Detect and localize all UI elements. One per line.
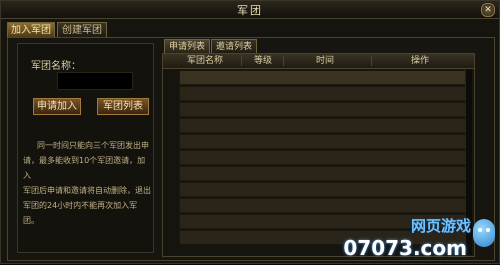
column-header-legion-name: 军团名称	[186, 56, 223, 66]
column-header-action: 操作	[410, 56, 429, 66]
tab-join-legion[interactable]: 加入军团	[7, 22, 55, 37]
close-icon[interactable]: ✕	[481, 3, 495, 17]
info-line: 军团的24小时内不能再次加入军团。	[23, 201, 138, 225]
table-row[interactable]	[179, 150, 468, 165]
column-divider	[371, 56, 372, 66]
column-divider	[241, 56, 242, 66]
table-row[interactable]	[179, 166, 468, 181]
table-row[interactable]	[179, 86, 468, 101]
join-rules-text: 同一时间只能向三个军团发出申 请，最多能收到10个军团邀请，加入 军团后申请和邀…	[23, 138, 151, 228]
table-row[interactable]	[179, 182, 468, 197]
column-header-level: 等级	[253, 56, 272, 66]
watermark-line2: 07073.com	[343, 236, 467, 260]
table-row[interactable]	[179, 134, 468, 149]
tab-application-list[interactable]: 申请列表	[164, 39, 210, 53]
legion-name-label: 军团名称：	[31, 61, 81, 72]
column-header-time: 时间	[315, 56, 334, 66]
window-title: 军团	[237, 4, 263, 17]
info-line: 同一时间只能向三个军团发出申	[37, 141, 149, 150]
column-divider	[283, 56, 284, 66]
site-watermark: 网页游戏 07073.com	[343, 209, 500, 265]
legion-name-input[interactable]	[57, 72, 133, 90]
apply-join-button[interactable]: 申请加入	[33, 98, 81, 115]
tab-invitation-list[interactable]: 邀请列表	[211, 39, 257, 53]
title-bar: 军团 ✕	[1, 1, 499, 19]
mascot-icon	[473, 219, 495, 247]
legion-window: 军团 ✕ 加入军团 创建军团 军团名称： 申请加入 军团列表 同一时间只能向三个…	[0, 0, 500, 264]
info-line: 军团后申请和邀请将自动删除，退出	[23, 186, 151, 195]
info-line: 请，最多能收到10个军团邀请，加入	[23, 156, 146, 180]
watermark-line1: 网页游戏	[410, 217, 471, 235]
table-row[interactable]	[179, 102, 468, 117]
table-header: 军团名称 等级 时间 操作	[163, 54, 474, 69]
table-row[interactable]	[179, 118, 468, 133]
legion-list-button[interactable]: 军团列表	[97, 98, 149, 115]
tab-create-legion[interactable]: 创建军团	[57, 22, 107, 37]
table-row[interactable]	[179, 70, 468, 85]
